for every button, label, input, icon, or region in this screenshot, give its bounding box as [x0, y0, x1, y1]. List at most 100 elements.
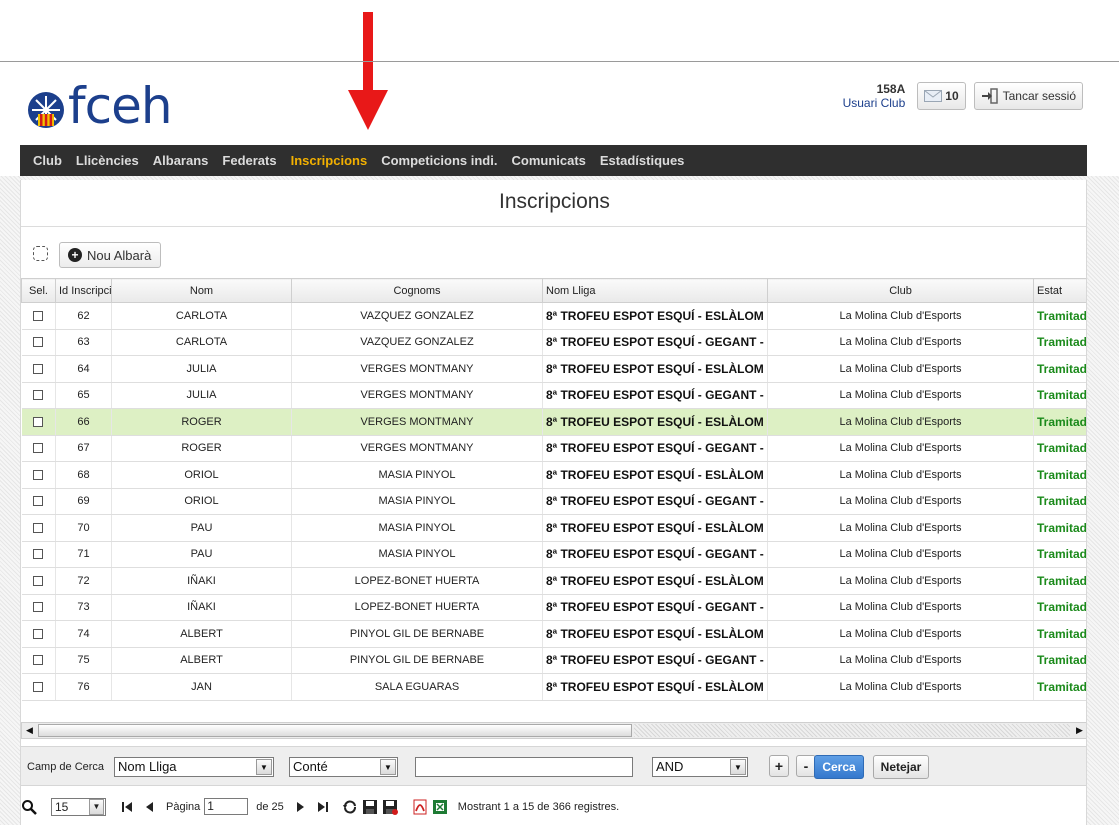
- table-row[interactable]: 62 CARLOTA VAZQUEZ GONZALEZ 8ª TROFEU ESPOT…: [21, 302, 1086, 330]
- table-row[interactable]: 73 IÑAKI LOPEZ-BONET HUERTA 8ª TROFEU ESPOT…: [21, 594, 1086, 621]
- cell-estat: Tramitada: [1033, 673, 1086, 701]
- operator-value: Conté: [293, 759, 328, 774]
- row-checkbox[interactable]: [33, 496, 44, 507]
- operator-select[interactable]: Conté ▼: [289, 757, 398, 777]
- search-icon[interactable]: [21, 799, 37, 815]
- scroll-left-icon[interactable]: ◀: [22, 723, 37, 738]
- refresh-icon[interactable]: [342, 799, 358, 815]
- cell-nom: JULIA: [111, 355, 292, 383]
- row-checkbox[interactable]: [33, 549, 44, 560]
- nav-item-club[interactable]: Club: [33, 153, 62, 168]
- row-checkbox[interactable]: [33, 337, 44, 348]
- row-select-cell: [21, 541, 56, 568]
- row-select-cell: [21, 620, 56, 648]
- nav-item-estadistiques[interactable]: Estadístiques: [600, 153, 685, 168]
- table-row[interactable]: 64 JULIA VERGES MONTMANY 8ª TROFEU ESPOT ES…: [21, 355, 1086, 383]
- excel-icon[interactable]: [432, 799, 448, 815]
- row-checkbox[interactable]: [33, 390, 44, 401]
- table-row[interactable]: 70 PAU MASIA PINYOL 8ª TROFEU ESPOT ESQUÍ -…: [21, 514, 1086, 542]
- nav-item-federats[interactable]: Federats: [222, 153, 276, 168]
- remove-criteria-button[interactable]: -: [796, 755, 816, 777]
- col-header-nom[interactable]: Nom: [111, 278, 292, 303]
- table-row[interactable]: 66 ROGER VERGES MONTMANY 8ª TROFEU ESPOT ES…: [21, 408, 1086, 436]
- cell-id: 73: [55, 594, 112, 621]
- cell-estat: Tramitada: [1033, 567, 1086, 595]
- scroll-right-icon[interactable]: ▶: [1072, 723, 1086, 738]
- row-checkbox[interactable]: [33, 522, 44, 533]
- add-criteria-button[interactable]: +: [769, 755, 789, 777]
- nav-item-comunicats[interactable]: Comunicats: [511, 153, 585, 168]
- page-title: Inscripcions: [499, 190, 610, 213]
- table-row[interactable]: 74 ALBERT PINYOL GIL DE BERNABE 8ª TROFEU E…: [21, 620, 1086, 648]
- row-checkbox[interactable]: [33, 628, 44, 639]
- cell-cognoms: LOPEZ-BONET HUERTA: [291, 567, 543, 595]
- crest-icon: [28, 92, 64, 128]
- col-header-estat[interactable]: Estat: [1033, 278, 1086, 303]
- row-checkbox[interactable]: [33, 443, 44, 454]
- logout-button[interactable]: Tancar sessió: [973, 82, 1083, 110]
- table-row[interactable]: 76 JAN SALA EGUARAS 8ª TROFEU ESPOT ESQUÍ -…: [21, 673, 1086, 701]
- search-button[interactable]: Cerca: [814, 755, 864, 779]
- nav-item-competicions[interactable]: Competicions indi.: [381, 153, 497, 168]
- col-header-id[interactable]: Id Inscripcio: [55, 278, 112, 303]
- row-checkbox[interactable]: [33, 575, 44, 586]
- table-row[interactable]: 68 ORIOL MASIA PINYOL 8ª TROFEU ESPOT ESQUÍ…: [21, 461, 1086, 489]
- pdf-icon[interactable]: [412, 799, 428, 815]
- messages-button[interactable]: 10: [917, 82, 966, 110]
- main-nav: Club Llicències Albarans Federats Inscri…: [20, 145, 1087, 176]
- search-text-input[interactable]: [415, 757, 633, 777]
- col-header-sel[interactable]: Sel.: [21, 278, 56, 303]
- row-checkbox[interactable]: [33, 681, 44, 692]
- row-checkbox[interactable]: [33, 310, 44, 321]
- prev-page-icon[interactable]: [142, 799, 158, 815]
- cell-club: La Molina Club d'Esports: [767, 673, 1034, 701]
- row-checkbox[interactable]: [33, 655, 44, 666]
- horizontal-scrollbar[interactable]: ◀ ▶: [21, 722, 1086, 739]
- cell-estat: Tramitada: [1033, 329, 1086, 356]
- table-row[interactable]: 63 CARLOTA VAZQUEZ GONZALEZ 8ª TROFEU ESPOT…: [21, 329, 1086, 356]
- first-page-icon[interactable]: [120, 799, 136, 815]
- nav-item-inscripcions[interactable]: Inscripcions: [291, 153, 368, 168]
- cell-club: La Molina Club d'Esports: [767, 567, 1034, 595]
- cell-nom: ROGER: [111, 408, 292, 436]
- col-header-cognoms[interactable]: Cognoms: [291, 278, 543, 303]
- last-page-icon[interactable]: [314, 799, 330, 815]
- next-page-icon[interactable]: [292, 799, 308, 815]
- table-row[interactable]: 69 ORIOL MASIA PINYOL 8ª TROFEU ESPOT ESQUÍ…: [21, 488, 1086, 515]
- cell-nom: JULIA: [111, 382, 292, 409]
- cell-nom-lliga: 8ª TROFEU ESPOT ESQUÍ - GEGANT -: [542, 382, 768, 409]
- new-albaran-label: Nou Albarà: [87, 247, 152, 263]
- col-header-nom-lliga[interactable]: Nom Lliga: [542, 278, 768, 303]
- clear-button[interactable]: Netejar: [873, 755, 929, 779]
- logo-text: fceh: [68, 77, 173, 135]
- save-as-icon[interactable]: [382, 799, 398, 815]
- nav-item-llicencies[interactable]: Llicències: [76, 153, 139, 168]
- chevron-down-icon: ▼: [730, 759, 746, 775]
- row-select-cell: [21, 567, 56, 595]
- scrollbar-track[interactable]: [634, 724, 1070, 737]
- row-checkbox[interactable]: [33, 602, 44, 613]
- select-all-checkbox[interactable]: [33, 246, 48, 261]
- col-header-club[interactable]: Club: [767, 278, 1034, 303]
- row-checkbox[interactable]: [33, 363, 44, 374]
- new-albaran-button[interactable]: + Nou Albarà: [59, 242, 162, 268]
- row-checkbox[interactable]: [33, 416, 44, 427]
- search-field-label: Camp de Cerca: [27, 761, 105, 773]
- table-row[interactable]: 65 JULIA VERGES MONTMANY 8ª TROFEU ESPOT ES…: [21, 382, 1086, 409]
- table-row[interactable]: 71 PAU MASIA PINYOL 8ª TROFEU ESPOT ESQUÍ -…: [21, 541, 1086, 568]
- table-row[interactable]: 72 IÑAKI LOPEZ-BONET HUERTA 8ª TROFEU ESPOT…: [21, 567, 1086, 595]
- table-row[interactable]: 67 ROGER VERGES MONTMANY 8ª TROFEU ESPOT ES…: [21, 435, 1086, 462]
- page-number-input[interactable]: 1: [204, 798, 249, 815]
- brand-logo[interactable]: fceh: [26, 77, 173, 135]
- page-size-select[interactable]: 15 ▼: [51, 797, 106, 816]
- cell-cognoms: VERGES MONTMANY: [291, 408, 543, 436]
- cell-estat: Tramitada: [1033, 594, 1086, 621]
- cell-nom-lliga: 8ª TROFEU ESPOT ESQUÍ - GEGANT -: [542, 541, 768, 568]
- search-field-select[interactable]: Nom Lliga ▼: [114, 757, 274, 777]
- row-checkbox[interactable]: [33, 469, 44, 480]
- save-icon[interactable]: [362, 799, 378, 815]
- table-row[interactable]: 75 ALBERT PINYOL GIL DE BERNABE 8ª TROFEU E…: [21, 647, 1086, 674]
- scrollbar-thumb[interactable]: [38, 724, 632, 737]
- nav-item-albarans[interactable]: Albarans: [153, 153, 209, 168]
- logic-select[interactable]: AND ▼: [652, 757, 748, 777]
